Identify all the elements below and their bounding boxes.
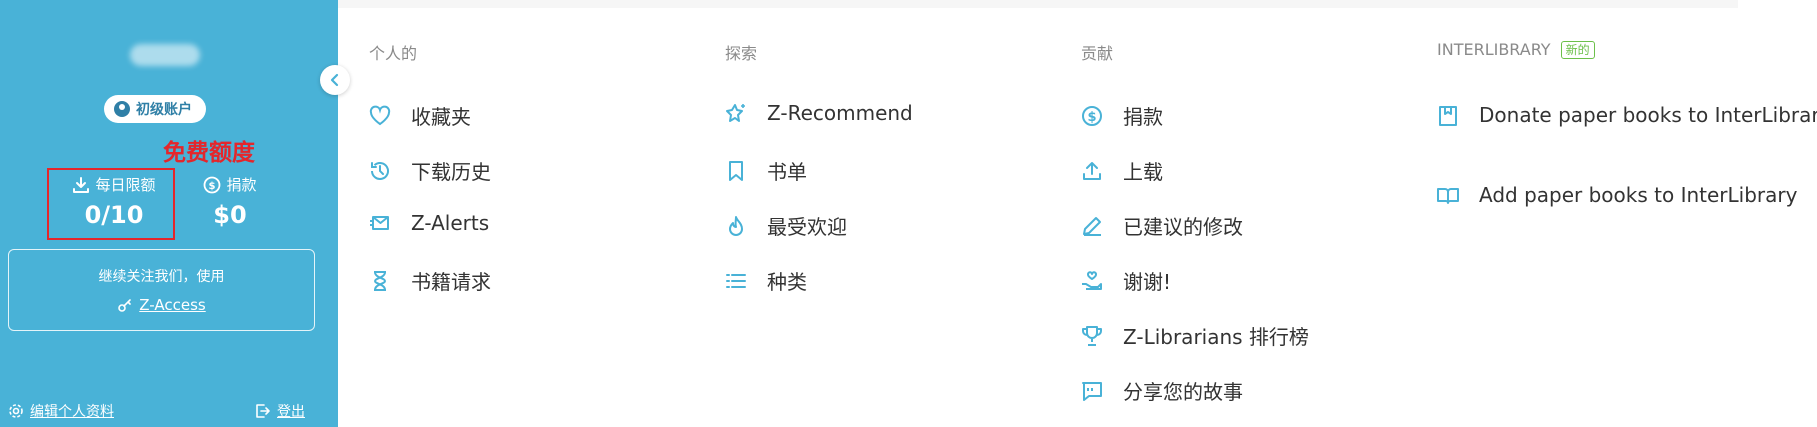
menu-item-label: 已建议的修改 — [1123, 215, 1243, 239]
open-book-icon — [1437, 188, 1459, 204]
daily-limit-value: 0/10 — [84, 201, 144, 229]
download-icon — [73, 176, 90, 193]
follow-us-box: 继续关注我们，使用 Z-Access — [8, 249, 315, 331]
logout-link[interactable]: 登出 — [255, 401, 305, 421]
menu-item-label: Z-Alerts — [411, 211, 490, 235]
contribute-column: 贡献 — [1081, 40, 1113, 64]
z-access-link[interactable]: Z-Access — [9, 296, 314, 314]
menu-item-favorites[interactable]: 收藏夹 — [369, 101, 471, 130]
account-level-badge[interactable]: 初级账户 — [104, 95, 206, 123]
new-badge: 新的 — [1560, 40, 1595, 59]
history-icon — [371, 161, 389, 180]
menu-item-label: Z-Recommend — [767, 101, 913, 125]
user-icon — [114, 101, 130, 117]
free-quota-annotation: 免费额度 — [163, 140, 255, 166]
book-save-icon — [1439, 106, 1457, 126]
heart-icon — [369, 105, 391, 125]
contribute-column-title: 贡献 — [1081, 44, 1114, 63]
menu-item-label: 种类 — [767, 270, 807, 294]
daily-limit-stat: 每日限额 0/10 — [64, 174, 164, 229]
hourglass-icon — [373, 270, 387, 291]
menu-item-download-history[interactable]: 下载历史 — [369, 156, 491, 185]
collapse-sidebar-button[interactable] — [320, 65, 350, 95]
personal-column: 个人的 — [369, 40, 417, 64]
menu-item-label: 分享您的故事 — [1123, 380, 1243, 404]
blurred-username — [130, 44, 200, 66]
dollar-circle-icon: $ — [204, 176, 221, 193]
menu-item-label: Add paper books to InterLibrary — [1479, 183, 1798, 207]
user-sidebar: 初级账户 免费额度 每日限额 0/10 $ 捐款 $0 继续关注我们，使用 Z-… — [0, 0, 338, 427]
menu-item-z-librarians-leaderboard[interactable]: Z-Librarians 排行榜 — [1081, 321, 1309, 350]
menu-item-donate[interactable]: $ 捐款 — [1081, 101, 1163, 130]
top-bar — [338, 0, 1738, 8]
pencil-icon — [1083, 216, 1101, 236]
donate-value: $0 — [213, 201, 247, 229]
bookmark-icon — [729, 160, 743, 181]
z-access-link-label: Z-Access — [139, 296, 206, 314]
menu-item-upload[interactable]: 上载 — [1081, 156, 1163, 185]
menu-item-most-popular[interactable]: 最受欢迎 — [725, 211, 847, 240]
menu-item-book-lists[interactable]: 书单 — [725, 156, 807, 185]
gear-icon — [9, 404, 23, 418]
follow-us-text: 继续关注我们，使用 — [98, 269, 225, 285]
hand-heart-icon — [1082, 270, 1102, 290]
dollar-circle-icon: $ — [1082, 105, 1102, 126]
menu-item-z-recommend[interactable]: Z-Recommend — [725, 101, 913, 125]
menu-item-share-story[interactable]: 分享您的故事 — [1081, 376, 1243, 405]
menu-item-label: 上载 — [1123, 160, 1163, 184]
list-icon — [726, 273, 746, 288]
menu-item-label: Z-Librarians 排行榜 — [1123, 325, 1309, 349]
svg-text:$: $ — [1087, 110, 1096, 125]
logout-label: 登出 — [277, 404, 305, 420]
sparkle-star-icon — [726, 104, 745, 122]
menu-item-donate-paper-books[interactable]: Donate paper books to InterLibrary — [1437, 103, 1817, 127]
explore-column-title: 探索 — [725, 44, 758, 63]
edit-profile-link[interactable]: 编辑个人资料 — [8, 401, 114, 421]
key-icon — [118, 299, 132, 312]
menu-item-label: 捐款 — [1123, 105, 1163, 129]
edit-profile-label: 编辑个人资料 — [30, 404, 114, 420]
interlibrary-column-title: INTERLIBRARY — [1437, 40, 1551, 59]
trophy-icon — [1082, 325, 1102, 346]
donate-label: 捐款 — [226, 176, 257, 194]
menu-item-label: 最受欢迎 — [767, 215, 847, 239]
menu-item-label: 书单 — [767, 160, 807, 184]
interlibrary-column: INTERLIBRARY 新的 — [1437, 40, 1595, 59]
upload-icon — [1083, 161, 1101, 180]
menu-item-z-alerts[interactable]: Z-Alerts — [369, 211, 489, 235]
quote-bubble-icon — [1082, 381, 1102, 401]
menu-item-label: 谢谢! — [1123, 270, 1172, 294]
svg-text:$: $ — [209, 181, 216, 192]
menu-item-label: 书籍请求 — [411, 270, 491, 294]
menu-item-label: 下载历史 — [411, 160, 491, 184]
daily-limit-label: 每日限额 — [95, 176, 156, 194]
account-level-label: 初级账户 — [136, 102, 192, 118]
menu-item-book-requests[interactable]: 书籍请求 — [369, 266, 491, 295]
menu-item-label: 收藏夹 — [411, 105, 471, 129]
menu-item-label: Donate paper books to InterLibrary — [1479, 103, 1817, 127]
menu-item-categories[interactable]: 种类 — [725, 266, 807, 295]
menu-item-add-paper-books[interactable]: Add paper books to InterLibrary — [1437, 183, 1797, 207]
menu-item-thanks[interactable]: 谢谢! — [1081, 266, 1171, 295]
personal-column-title: 个人的 — [369, 44, 418, 63]
menu-item-suggested-edits[interactable]: 已建议的修改 — [1081, 211, 1243, 240]
explore-column: 探索 — [725, 40, 757, 64]
chevron-left-icon — [330, 73, 339, 87]
donate-stat[interactable]: $ 捐款 $0 — [195, 174, 265, 229]
logout-icon — [256, 404, 270, 418]
flame-icon — [729, 215, 743, 236]
mail-alert-icon — [370, 216, 389, 230]
